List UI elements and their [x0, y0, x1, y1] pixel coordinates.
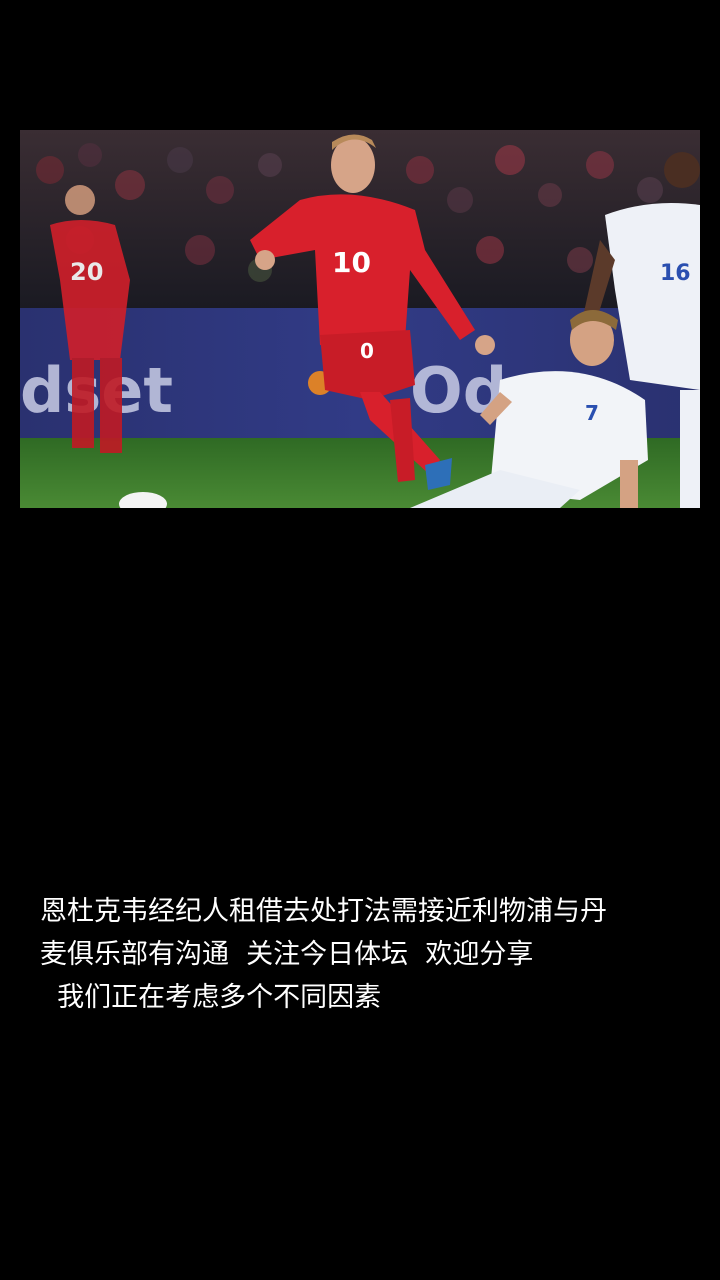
player-left-number: 20 [70, 258, 103, 286]
player-slide-number: 7 [585, 401, 599, 425]
caption-line-3: 我们正在考虑多个不同因素 [40, 982, 382, 1013]
ad-board-text-left: dset [20, 354, 173, 427]
article-caption: 恩杜克韦经纪人租借去处打法需接近利物浦与丹 麦俱乐部有沟通 关注今日体坛 欢迎分… [40, 890, 680, 1019]
article-photo[interactable]: dset Od 20 16 10 0 7 [20, 130, 700, 508]
caption-line-2: 麦俱乐部有沟通 关注今日体坛 欢迎分享 [40, 939, 534, 970]
player-main-number: 10 [332, 246, 371, 279]
caption-line-1: 恩杜克韦经纪人租借去处打法需接近利物浦与丹 [40, 896, 607, 927]
player-main-short-number: 0 [360, 339, 374, 363]
player-right-number: 16 [660, 261, 691, 286]
football-match-image: dset Od 20 16 10 0 7 [20, 130, 700, 508]
